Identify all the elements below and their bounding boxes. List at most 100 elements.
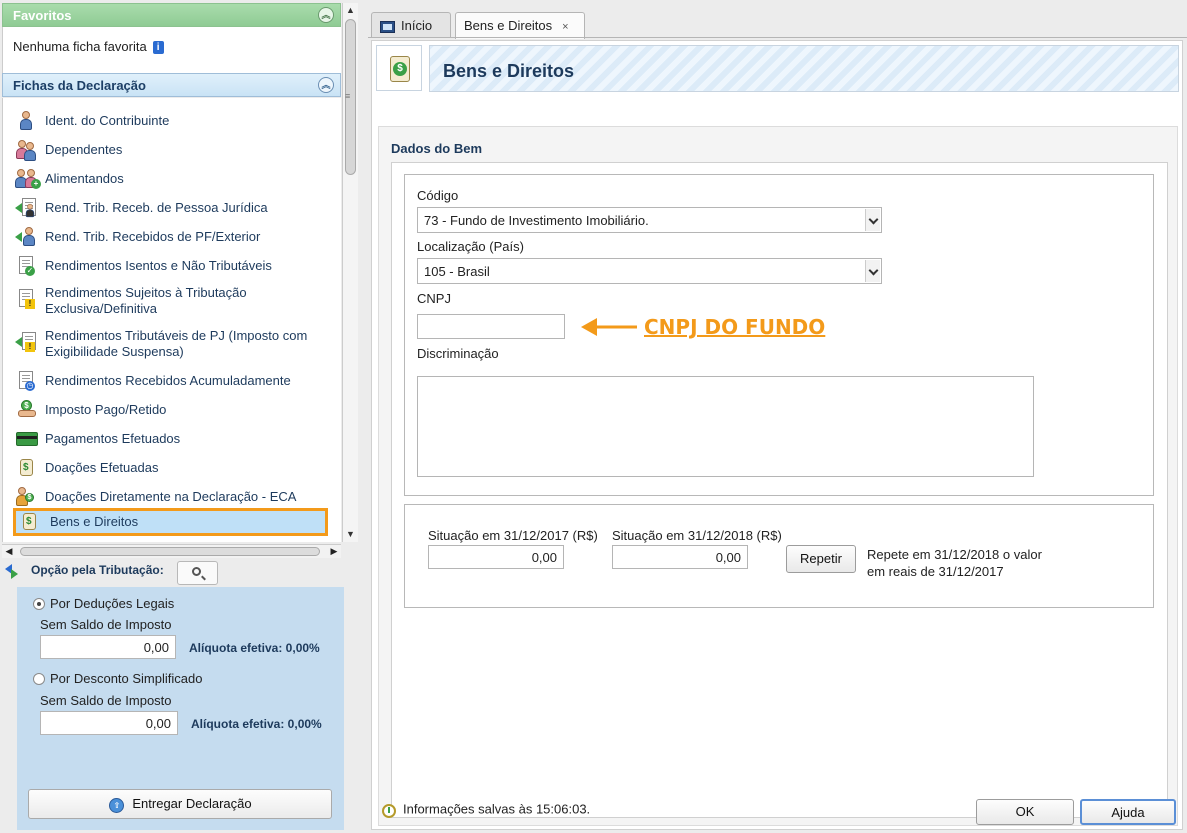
card-icon [15, 429, 39, 449]
sidebar-item-label-line2: Exclusiva/Definitiva [45, 301, 157, 316]
sidebar-item-rend-pj[interactable]: Rend. Trib. Receb. de Pessoa Jurídica [15, 198, 335, 218]
cnpj-annotation: CNPJ DO FUNDO [644, 315, 826, 339]
tributacao-label-text: Opção pela Tributação: [31, 563, 164, 577]
deducoes-label: Por Deduções Legais [50, 596, 175, 611]
ajuda-label: Ajuda [1111, 805, 1145, 820]
doc-check-icon: ✓ [15, 256, 37, 276]
sidebar-item-dependentes[interactable]: Dependentes [15, 140, 335, 161]
income-pj-icon [15, 198, 37, 218]
radio-simplificado[interactable] [33, 673, 45, 685]
main-panel: Início Bens e Direitos × $ Bens e Direito… [368, 0, 1187, 833]
localizacao-select[interactable]: 105 - Brasil [417, 258, 882, 284]
discriminacao-textarea[interactable] [417, 376, 1034, 477]
status-bar: Informações salvas às 15:06:03. [380, 801, 590, 819]
discriminacao-label: Discriminação [417, 346, 499, 361]
entregar-label: Entregar Declaração [132, 796, 252, 811]
sidebar-item-label: Doações Diretamente na Declaração - ECA [45, 489, 297, 504]
page-title: Bens e Direitos [443, 61, 575, 81]
simplificado-saldo-label: Sem Saldo de Imposto [40, 693, 172, 708]
favoritos-body: Nenhuma ficha favorita i [2, 27, 341, 73]
sidebar-item-rend-exclusiva[interactable]: ! Rendimentos Sujeitos à Tributação Exclu… [15, 283, 335, 317]
repetir-label: Repetir [800, 551, 842, 566]
ok-button[interactable]: OK [976, 799, 1074, 825]
cnpj-label: CNPJ [417, 291, 451, 306]
cnpj-input[interactable] [417, 314, 565, 339]
scroll-left-icon[interactable]: ◀ [2, 545, 16, 558]
codigo-label: Código [417, 188, 459, 203]
deducoes-value: 0,00 [40, 635, 176, 659]
chevron-down-icon[interactable] [865, 260, 880, 282]
collapse-favoritos-icon[interactable]: ︽ [318, 7, 334, 23]
content-area: $ Bens e Direitos Dados do Bem Código 73… [371, 40, 1183, 830]
collapse-fichas-icon[interactable]: ︽ [318, 77, 334, 93]
tab-bens-label: Bens e Direitos [464, 18, 553, 33]
sidebar-item-doacoes-eca[interactable]: $ Doações Diretamente na Declaração - EC… [15, 487, 335, 507]
stopwatch-icon [380, 801, 398, 819]
simplificado-aliquota: Alíquota efetiva: 0,00% [191, 717, 322, 731]
tab-divider [368, 37, 1187, 38]
favoritos-header[interactable]: Favoritos ︽ [2, 3, 341, 27]
info-icon[interactable]: i [152, 41, 164, 55]
codigo-select[interactable]: 73 - Fundo de Investimento Imobiliário. [417, 207, 882, 233]
scroll-up-icon[interactable]: ▲ [343, 3, 358, 18]
income-pf-icon [15, 227, 37, 247]
favoritos-empty-text: Nenhuma ficha favorita [13, 39, 147, 54]
home-icon [380, 20, 395, 33]
money-doc-icon [20, 512, 42, 532]
codigo-value: 73 - Fundo de Investimento Imobiliário. [424, 213, 649, 228]
hand-coin-icon: $ [15, 400, 37, 420]
fichas-header[interactable]: Fichas da Declaração ︽ [2, 73, 341, 97]
search-icon [192, 567, 201, 576]
sidebar-vertical-scrollbar[interactable]: ▲ ≡ ▼ [342, 3, 358, 542]
scroll-down-icon[interactable]: ▼ [343, 527, 358, 542]
sidebar-item-rend-suspensa[interactable]: ! Rendimentos Tributáveis de PJ (Imposto… [15, 326, 335, 360]
dados-bem-box: Código 73 - Fundo de Investimento Imobil… [391, 162, 1168, 818]
close-tab-icon[interactable]: × [562, 21, 568, 33]
situacao-2018-input[interactable]: 0,00 [612, 545, 748, 569]
tributacao-search-button[interactable] [177, 561, 218, 585]
sidebar-item-label: Rendimentos Isentos e Não Tributáveis [45, 258, 272, 273]
simplificado-value: 0,00 [40, 711, 178, 735]
globe-send-icon: ⇧ [108, 797, 126, 813]
people-donation-icon: $ [15, 487, 37, 507]
chevron-down-icon[interactable] [865, 209, 880, 231]
doc-clock-icon: ◷ [15, 371, 37, 391]
sidebar-item-doacoes[interactable]: Doações Efetuadas [15, 458, 335, 478]
sidebar-horizontal-scrollbar[interactable]: ◀ ▶ [2, 544, 341, 558]
sidebar-item-label: Doações Efetuadas [45, 460, 159, 475]
simplificado-label: Por Desconto Simplificado [50, 671, 203, 686]
sidebar-item-alimentandos[interactable]: + Alimentandos [15, 169, 335, 189]
sidebar-item-label: Rend. Trib. Receb. de Pessoa Jurídica [45, 200, 268, 215]
repetir-button[interactable]: Repetir [786, 545, 856, 573]
repetir-note-line1: Repete em 31/12/2018 o valor [867, 547, 1042, 562]
annotation-arrow-icon [581, 318, 637, 336]
radio-deducoes[interactable] [33, 598, 45, 610]
ok-label: OK [1015, 804, 1035, 819]
person-icon [15, 111, 37, 131]
sidebar-item-label-line2: Exigibilidade Suspensa) [45, 344, 184, 359]
sidebar-item-rend-isentos[interactable]: ✓ Rendimentos Isentos e Não Tributáveis [15, 256, 335, 276]
grip-icon: ≡ [345, 91, 351, 101]
situacao-2017-input[interactable]: 0,00 [428, 545, 564, 569]
hscroll-thumb[interactable] [20, 547, 320, 556]
tributacao-label: Opção pela Tributação: [5, 563, 164, 579]
sidebar-item-label: Bens e Direitos [50, 514, 139, 529]
scroll-right-icon[interactable]: ▶ [327, 545, 341, 558]
favoritos-title: Favoritos [13, 8, 72, 23]
tab-bens-direitos[interactable]: Bens e Direitos × [455, 12, 585, 39]
sidebar-item-label: Dependentes [45, 142, 123, 157]
left-panel: Favoritos ︽ Nenhuma ficha favorita i Fich… [0, 0, 360, 833]
sidebar-item-rend-pf[interactable]: Rend. Trib. Recebidos de PF/Exterior [15, 227, 335, 247]
entregar-declaracao-button[interactable]: ⇧ Entregar Declaração [28, 789, 332, 819]
tab-inicio[interactable]: Início [371, 12, 451, 38]
sidebar-item-rend-acumulados[interactable]: ◷ Rendimentos Recebidos Acumuladamente [15, 371, 335, 391]
money-doc-icon: $ [376, 45, 422, 91]
ajuda-button[interactable]: Ajuda [1080, 799, 1176, 825]
doc-warning-icon: ! [15, 289, 37, 309]
tab-inicio-label: Início [401, 18, 433, 33]
sidebar-item-bens-direitos[interactable]: Bens e Direitos [13, 508, 328, 536]
sidebar-item-pagamentos[interactable]: Pagamentos Efetuados [15, 429, 335, 449]
sidebar-item-ident-contribuinte[interactable]: Ident. do Contribuinte [15, 111, 335, 131]
sidebar-item-label: Imposto Pago/Retido [45, 402, 167, 417]
sidebar-item-imposto-pago[interactable]: $ Imposto Pago/Retido [15, 400, 335, 420]
